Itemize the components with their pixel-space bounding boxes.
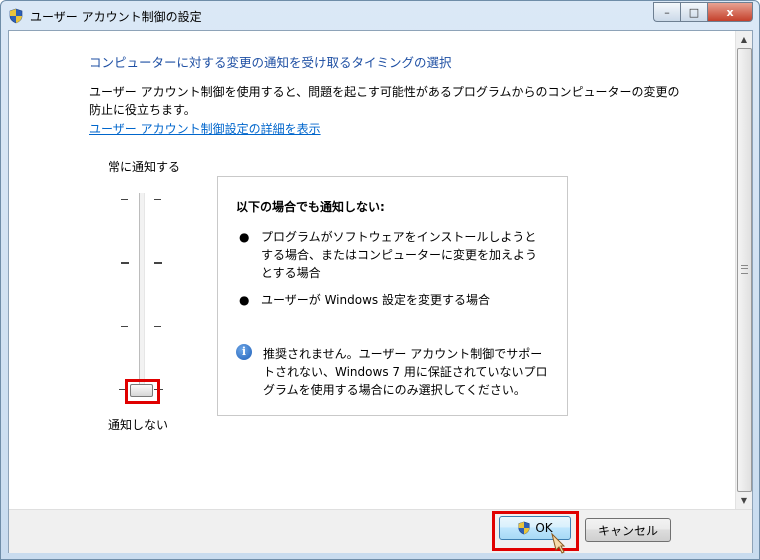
- close-button[interactable]: x: [707, 2, 753, 22]
- uac-shield-icon: [9, 8, 23, 24]
- slider-bottom-label: 通知しない: [108, 418, 169, 432]
- minimize-button[interactable]: –: [653, 2, 680, 22]
- bullet-icon: ●: [239, 293, 250, 307]
- uac-shield-icon: [518, 521, 530, 535]
- notification-level-slider-thumb[interactable]: [130, 384, 153, 397]
- page-heading: コンピューターに対する変更の通知を受け取るタイミングの選択: [89, 55, 452, 70]
- slider-tick: [154, 262, 162, 264]
- slider-tick: [154, 199, 161, 200]
- cancel-button[interactable]: キャンセル: [585, 518, 671, 542]
- slider-tick: [121, 326, 128, 327]
- window-controls: – □ x: [653, 2, 753, 22]
- grip-icon: [741, 265, 748, 274]
- slider-tick: [121, 199, 128, 200]
- scroll-up-icon[interactable]: ▲: [736, 31, 752, 47]
- bullet-text: プログラムがソフトウェアをインストールしようとする場合、またはコンピューターに変…: [261, 230, 538, 280]
- warning-text: 推奨されません。ユーザー アカウント制御でサポートされない、Windows 7 …: [263, 347, 548, 397]
- title-bar[interactable]: ユーザー アカウント制御の設定 – □ x: [1, 1, 759, 31]
- description-text: ユーザー アカウント制御を使用すると、問題を起こす可能性があるプログラムからのコ…: [89, 85, 680, 117]
- list-item: ● ユーザーが Windows 設定を変更する場合: [239, 291, 546, 309]
- slider-top-label: 常に通知する: [108, 160, 181, 174]
- notification-level-slider-track[interactable]: [139, 193, 145, 393]
- maximize-button[interactable]: □: [680, 2, 707, 22]
- bullet-text: ユーザーが Windows 設定を変更する場合: [261, 293, 490, 307]
- slider-tick: [154, 326, 161, 327]
- panel-title: 以下の場合でも通知しない:: [236, 200, 385, 214]
- scroll-down-icon[interactable]: ▼: [736, 492, 752, 508]
- bullet-icon: ●: [239, 230, 250, 244]
- uac-details-link[interactable]: ユーザー アカウント制御設定の詳細を表示: [89, 120, 321, 137]
- level-description-panel: 以下の場合でも通知しない: ● プログラムがソフトウェアをインストールしようとす…: [217, 176, 568, 416]
- dialog-client-area: コンピューターに対する変更の通知を受け取るタイミングの選択 ユーザー アカウント…: [8, 30, 753, 554]
- uac-settings-window: ユーザー アカウント制御の設定 – □ x コンピューターに対する変更の通知を受…: [0, 0, 760, 560]
- vertical-scrollbar[interactable]: ▲ ▼: [735, 31, 752, 509]
- hand-pointer-icon: [551, 532, 566, 554]
- window-title: ユーザー アカウント制御の設定: [30, 10, 202, 24]
- scrollbar-thumb[interactable]: [737, 48, 752, 492]
- slider-tick: [121, 262, 129, 264]
- list-item: ● プログラムがソフトウェアをインストールしようとする場合、またはコンピューター…: [239, 228, 546, 282]
- info-icon: i: [236, 344, 252, 360]
